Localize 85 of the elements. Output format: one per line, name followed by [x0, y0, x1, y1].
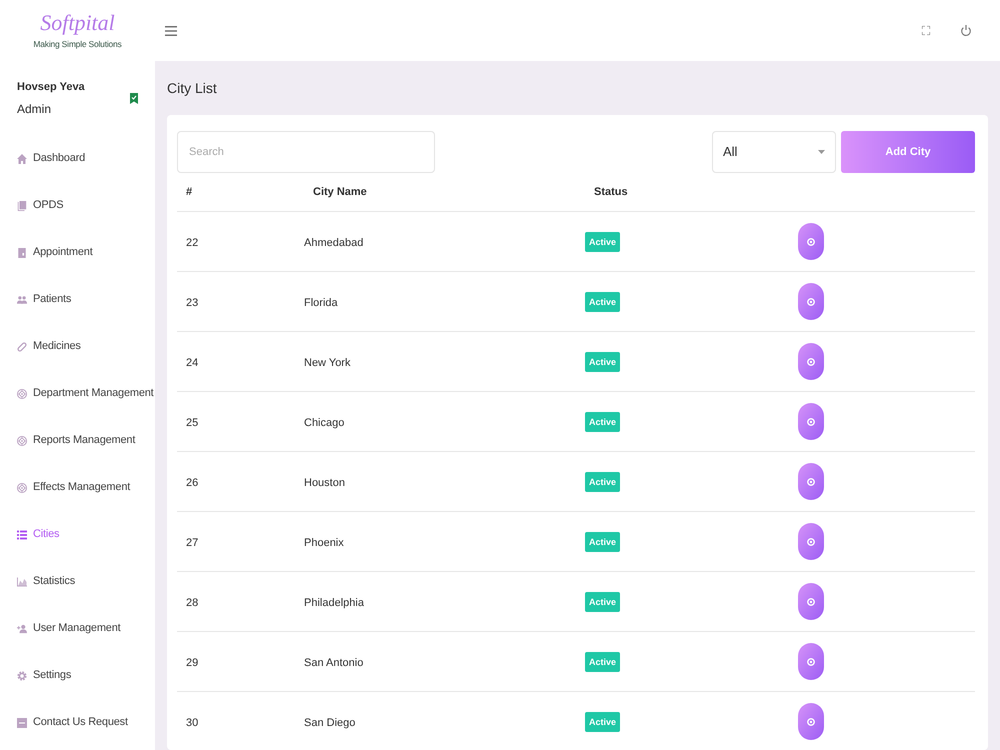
- sidebar-item[interactable]: Dashboard: [0, 135, 155, 182]
- sidebar-item[interactable]: OPDS: [0, 182, 155, 229]
- status-badge: Active: [585, 532, 620, 552]
- sidebar-item[interactable]: Statistics: [0, 558, 155, 605]
- id-cell: 25: [186, 416, 198, 428]
- eye-icon: [807, 298, 815, 306]
- status-badge: Active: [585, 232, 620, 252]
- column-header: Status: [593, 184, 628, 200]
- eye-icon: [807, 238, 815, 246]
- sidebar-item[interactable]: Settings: [0, 652, 155, 699]
- view-button[interactable]: [798, 523, 824, 560]
- id-cell: 29: [186, 656, 198, 668]
- city-name-cell: Florida: [304, 296, 338, 308]
- status-badge: Active: [585, 412, 620, 432]
- city-name-cell: Phoenix: [304, 536, 344, 548]
- book-icon: [17, 200, 27, 210]
- bookmark-check-icon: [130, 92, 138, 104]
- view-button[interactable]: [798, 403, 824, 440]
- logo-text: Softpital: [40, 11, 115, 35]
- sidebar-item[interactable]: Medicines: [0, 323, 155, 370]
- pill-icon: [17, 342, 27, 352]
- status-badge: Active: [585, 592, 620, 612]
- column-header: City Name: [312, 184, 367, 200]
- status-badge: Active: [585, 352, 620, 372]
- sidebar-item[interactable]: Patients: [0, 276, 155, 323]
- city-name-cell: New York: [304, 356, 350, 368]
- eye-icon: [807, 478, 815, 486]
- city-name-cell: Ahmedabad: [304, 236, 364, 248]
- eye-icon: [807, 658, 815, 666]
- id-cell: 28: [186, 596, 198, 608]
- status-badge: Active: [585, 652, 620, 672]
- area-chart-icon: [17, 576, 27, 586]
- city-name-cell: San Diego: [304, 716, 356, 728]
- eye-icon: [807, 358, 815, 366]
- home-icon: [17, 154, 27, 164]
- view-button[interactable]: [798, 463, 824, 500]
- sidebar-item[interactable]: Contact Us Request: [0, 699, 155, 746]
- sidebar-item[interactable]: Reports Management: [0, 417, 155, 464]
- user-role: Admin: [17, 102, 52, 116]
- people-icon: [17, 294, 27, 304]
- city-name-cell: Chicago: [304, 416, 344, 428]
- eye-icon: [807, 718, 815, 726]
- sidebar-item[interactable]: Department Management: [0, 370, 155, 417]
- fullscreen-icon[interactable]: [922, 26, 930, 35]
- menu-icon[interactable]: [165, 26, 177, 36]
- column-header: #: [185, 184, 192, 200]
- view-button[interactable]: [798, 343, 824, 380]
- diamond-circle-icon: [17, 436, 27, 446]
- power-icon[interactable]: [961, 25, 971, 36]
- diamond-circle-icon: [17, 482, 27, 492]
- view-button[interactable]: [798, 703, 824, 740]
- view-button[interactable]: [798, 283, 824, 320]
- tagline: Making Simple Solutions: [33, 38, 122, 50]
- status-badge: Active: [585, 472, 620, 492]
- eye-icon: [807, 418, 815, 426]
- sidebar-item[interactable]: User Management: [0, 605, 155, 652]
- door-icon: [17, 248, 27, 258]
- id-cell: 26: [186, 476, 198, 488]
- status-badge: Active: [585, 712, 620, 732]
- eye-icon: [807, 598, 815, 606]
- sidebar-item[interactable]: Cities: [0, 511, 155, 558]
- view-button[interactable]: [798, 643, 824, 680]
- eye-icon: [807, 538, 815, 546]
- status-badge: Active: [585, 292, 620, 312]
- caret-icon: [818, 150, 825, 154]
- page-title: City List: [167, 78, 217, 98]
- search-field[interactable]: Search: [177, 131, 435, 173]
- id-cell: 22: [186, 236, 198, 248]
- sidebar-item[interactable]: Effects Management: [0, 464, 155, 511]
- view-button[interactable]: [798, 223, 824, 260]
- status-filter-select[interactable]: All: [712, 131, 836, 173]
- id-cell: 27: [186, 536, 198, 548]
- gear-icon: [17, 670, 27, 680]
- city-name-cell: San Antonio: [304, 656, 364, 668]
- id-cell: 23: [186, 296, 198, 308]
- list-icon: [17, 530, 27, 540]
- user-name: Hovsep Yeva: [17, 80, 85, 94]
- city-name-cell: Houston: [304, 476, 345, 488]
- sidebar-item[interactable]: Appointment: [0, 229, 155, 276]
- view-button[interactable]: [798, 583, 824, 620]
- user-plus-icon: [17, 624, 27, 634]
- id-cell: 30: [186, 716, 198, 728]
- id-cell: 24: [186, 356, 198, 368]
- diamond-circle-icon: [17, 388, 27, 398]
- city-name-cell: Philadelphia: [304, 596, 364, 608]
